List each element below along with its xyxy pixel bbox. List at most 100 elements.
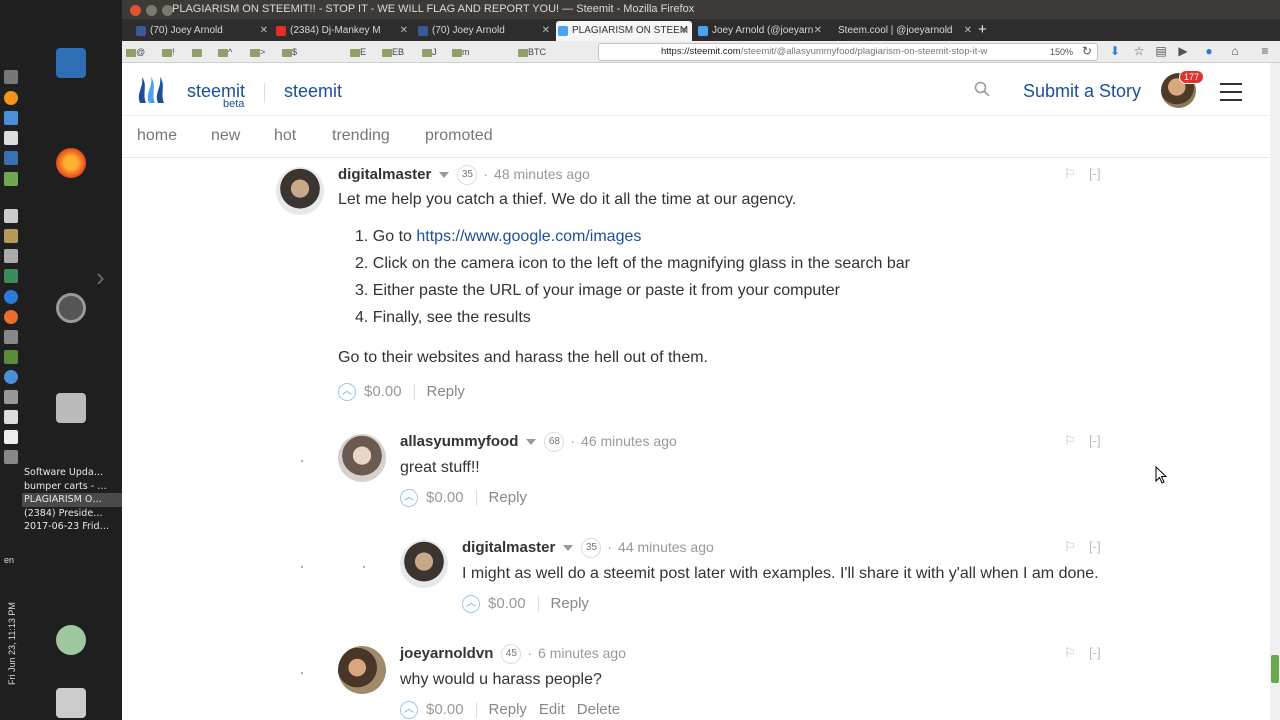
close-tab-icon[interactable]: ✕: [964, 21, 972, 41]
notification-badge[interactable]: 177: [1179, 70, 1205, 84]
comment-author[interactable]: joeyarnoldvn: [400, 645, 493, 662]
edit-button[interactable]: Edit: [539, 701, 565, 718]
close-tab-icon[interactable]: ✕: [400, 21, 408, 41]
nav-promoted[interactable]: promoted: [425, 127, 493, 145]
comment-time[interactable]: 46 minutes ago: [581, 433, 677, 449]
launcher-icon[interactable]: [4, 330, 18, 344]
bookmark-star-icon[interactable]: ☆: [1132, 44, 1146, 58]
payout-amount[interactable]: $0.00: [364, 383, 402, 400]
launcher-icon[interactable]: [4, 70, 18, 84]
launcher-icon[interactable]: [4, 390, 18, 404]
zoom-indicator[interactable]: 150%: [1050, 44, 1073, 60]
bookmark-folder[interactable]: @: [126, 45, 145, 59]
comment-time[interactable]: 6 minutes ago: [538, 645, 626, 661]
collapse-button[interactable]: [-]: [1089, 645, 1101, 660]
nav-home[interactable]: home: [137, 127, 177, 145]
comment-author[interactable]: digitalmaster: [338, 166, 431, 183]
reload-icon[interactable]: ↻: [1080, 44, 1094, 58]
browser-tab[interactable]: Joey Arnold (@joeyarn ✕: [696, 21, 826, 41]
launcher-icon[interactable]: [4, 350, 18, 364]
bookmark-folder[interactable]: >: [250, 45, 265, 59]
collapse-button[interactable]: [-]: [1089, 166, 1101, 181]
file-manager-icon[interactable]: [56, 393, 86, 423]
launcher-icon[interactable]: [4, 249, 18, 263]
browser-tab[interactable]: Steem.cool | @joeyarnold ✕: [830, 21, 976, 41]
payout-amount[interactable]: $0.00: [488, 595, 526, 612]
close-tab-icon[interactable]: ✕: [260, 21, 268, 41]
launcher-icon[interactable]: [4, 209, 18, 223]
caret-down-icon[interactable]: [563, 545, 574, 551]
launcher-icon[interactable]: [4, 430, 18, 444]
scrollbar-thumb[interactable]: [1271, 655, 1279, 683]
search-icon[interactable]: [974, 81, 990, 97]
nav-hot[interactable]: hot: [274, 127, 296, 145]
reply-button[interactable]: Reply: [427, 383, 465, 400]
launcher-icon[interactable]: [4, 172, 18, 186]
upvote-button[interactable]: ︿: [400, 701, 418, 720]
comment-author[interactable]: digitalmaster: [462, 539, 555, 556]
collapse-button[interactable]: [-]: [1089, 539, 1101, 554]
document-icon[interactable]: [56, 48, 86, 78]
bookmark-folder[interactable]: E: [350, 45, 366, 59]
reply-button[interactable]: Reply: [489, 489, 527, 506]
comment-author[interactable]: allasyummyfood: [400, 433, 518, 450]
bookmark-folder[interactable]: $: [282, 45, 297, 59]
user-switch-icon[interactable]: [56, 625, 86, 655]
language-indicator[interactable]: en: [4, 555, 14, 565]
minimize-window-button[interactable]: [146, 5, 158, 16]
launcher-icon[interactable]: [4, 269, 18, 283]
reader-icon[interactable]: ▤: [1154, 44, 1168, 58]
nav-new[interactable]: new: [211, 127, 240, 145]
bookmark-folder[interactable]: m: [452, 45, 470, 59]
comment-time[interactable]: 48 minutes ago: [494, 166, 590, 182]
collapse-button[interactable]: [-]: [1089, 433, 1101, 448]
download-icon[interactable]: ⬇: [1108, 44, 1122, 58]
window-item[interactable]: bumper carts - …: [22, 480, 122, 494]
browser-tab-active[interactable]: PLAGIARISM ON STEEM ✕: [556, 21, 692, 41]
launcher-icon[interactable]: [4, 151, 18, 165]
browser-tab[interactable]: (70) Joey Arnold ✕: [416, 21, 554, 41]
window-item[interactable]: PLAGIARISM O…: [22, 493, 122, 507]
bookmark-folder[interactable]: ^: [218, 45, 232, 59]
avatar[interactable]: [400, 540, 448, 588]
close-tab-icon[interactable]: ✕: [680, 21, 688, 41]
bookmark-folder[interactable]: !: [162, 45, 175, 59]
window-item[interactable]: 2017-06-23 Frid…: [22, 520, 122, 534]
submit-story-button[interactable]: Submit a Story: [1023, 81, 1141, 102]
upvote-button[interactable]: ︿: [462, 595, 480, 614]
launcher-icon[interactable]: [4, 370, 18, 384]
avatar[interactable]: [338, 646, 386, 694]
browser-tab[interactable]: (2384) Dj-Mankey M ✕: [274, 21, 412, 41]
new-tab-button[interactable]: +: [978, 19, 987, 41]
flag-icon[interactable]: ⚐: [1064, 539, 1076, 555]
launcher-icon[interactable]: [4, 229, 18, 243]
section-title[interactable]: steemit: [284, 81, 342, 102]
youtube-icon[interactable]: ▶: [1176, 44, 1190, 58]
close-window-button[interactable]: [130, 5, 141, 16]
steemit-logo-icon[interactable]: [136, 73, 170, 107]
trash-icon[interactable]: [56, 688, 86, 718]
avatar[interactable]: [276, 167, 324, 215]
launcher-icon[interactable]: [4, 310, 18, 324]
reply-button[interactable]: Reply: [551, 595, 589, 612]
payout-amount[interactable]: $0.00: [426, 489, 464, 506]
flag-icon[interactable]: ⚐: [1064, 645, 1076, 661]
menu-icon[interactable]: ≡: [1258, 44, 1272, 58]
window-item[interactable]: (2384) Preside…: [22, 507, 122, 521]
home-icon[interactable]: ⌂: [1228, 44, 1242, 58]
payout-amount[interactable]: $0.00: [426, 701, 464, 718]
bookmark-folder[interactable]: [192, 45, 202, 59]
launcher-icon[interactable]: [4, 410, 18, 424]
launcher-icon[interactable]: [4, 450, 18, 464]
chevron-right-icon[interactable]: ›: [96, 262, 105, 293]
launcher-icon[interactable]: [4, 290, 18, 304]
close-tab-icon[interactable]: ✕: [814, 21, 822, 41]
clock[interactable]: Fri Jun 23, 11:13 PM: [7, 602, 17, 685]
bookmark-folder[interactable]: BTC: [518, 45, 546, 59]
comment-time[interactable]: 44 minutes ago: [618, 539, 714, 555]
pocket-icon[interactable]: ●: [1202, 44, 1216, 58]
ubuntu-icon[interactable]: [56, 293, 86, 323]
bitcoin-icon[interactable]: [4, 91, 18, 105]
upvote-button[interactable]: ︿: [400, 489, 418, 508]
flag-icon[interactable]: ⚐: [1064, 433, 1076, 449]
